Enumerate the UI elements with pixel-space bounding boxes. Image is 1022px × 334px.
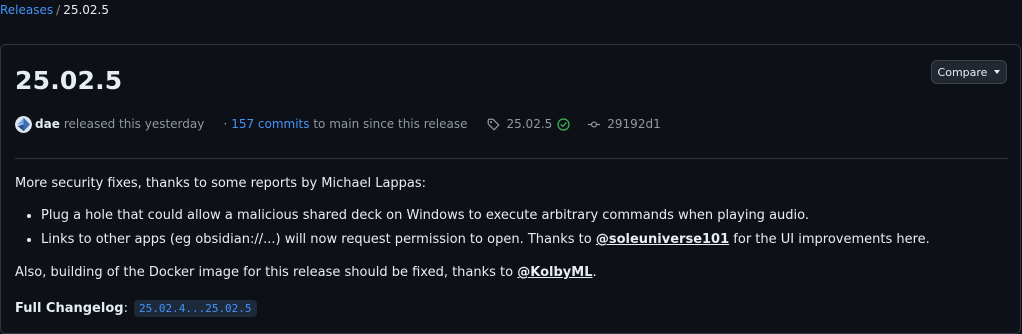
tag-label: 25.02.5 bbox=[506, 117, 553, 131]
tag-icon bbox=[488, 118, 500, 130]
commits-link[interactable]: 157 commits bbox=[231, 117, 309, 131]
release-title[interactable]: 25.02.5 bbox=[15, 66, 122, 95]
also-prefix: Also, building of the Docker image for t… bbox=[15, 265, 518, 280]
notes-intro: More security fixes, thanks to some repo… bbox=[15, 176, 427, 191]
verified-check-icon[interactable] bbox=[557, 117, 570, 131]
commit-link[interactable]: 29192d1 bbox=[587, 117, 661, 131]
commit-hash: 29192d1 bbox=[607, 117, 661, 131]
release-card: 25.02.5 Compare dae released this yester… bbox=[0, 44, 1021, 334]
breadcrumb-current: 25.02.5 bbox=[63, 3, 109, 17]
notes-also: Also, building of the Docker image for t… bbox=[15, 265, 597, 280]
breadcrumb-separator: / bbox=[56, 3, 61, 17]
changelog-colon: : bbox=[123, 301, 128, 316]
breadcrumb-releases-link[interactable]: Releases bbox=[0, 3, 53, 17]
author-link[interactable]: dae bbox=[35, 117, 60, 131]
meta-dot: · bbox=[223, 117, 228, 131]
bullet-2-suffix: for the UI improvements here. bbox=[729, 232, 930, 247]
compare-button-label: Compare bbox=[937, 65, 988, 79]
list-item: Links to other apps (eg obsidian://...) … bbox=[41, 231, 930, 255]
changelog-label: Full Changelog bbox=[15, 301, 124, 316]
chevron-down-icon bbox=[994, 70, 1001, 74]
changelog-compare-link[interactable]: 25.02.4...25.02.5 bbox=[133, 300, 257, 317]
released-text: released this yesterday bbox=[63, 117, 205, 131]
commits-suffix: to main since this release bbox=[313, 117, 468, 131]
also-suffix: . bbox=[592, 265, 597, 280]
bullet-1-text: Plug a hole that could allow a malicious… bbox=[41, 208, 809, 223]
notes-list: Plug a hole that could allow a malicious… bbox=[15, 207, 930, 255]
release-meta: dae released this yesterday · 157 commit… bbox=[15, 115, 661, 133]
list-item: Plug a hole that could allow a malicious… bbox=[41, 207, 930, 231]
compare-button[interactable]: Compare bbox=[931, 60, 1007, 84]
breadcrumb: Releases/25.02.5 bbox=[0, 3, 109, 17]
divider bbox=[15, 158, 1008, 159]
full-changelog: Full Changelog: 25.02.4...25.02.5 bbox=[15, 300, 257, 317]
avatar[interactable] bbox=[15, 115, 32, 133]
commit-icon bbox=[588, 120, 601, 128]
tag-link[interactable]: 25.02.5 bbox=[487, 117, 570, 131]
mention-kolbyml[interactable]: @KolbyML bbox=[517, 265, 592, 280]
mention-soleuniverse101[interactable]: @soleuniverse101 bbox=[596, 232, 729, 247]
bullet-2-prefix: Links to other apps (eg obsidian://...) … bbox=[41, 232, 596, 247]
